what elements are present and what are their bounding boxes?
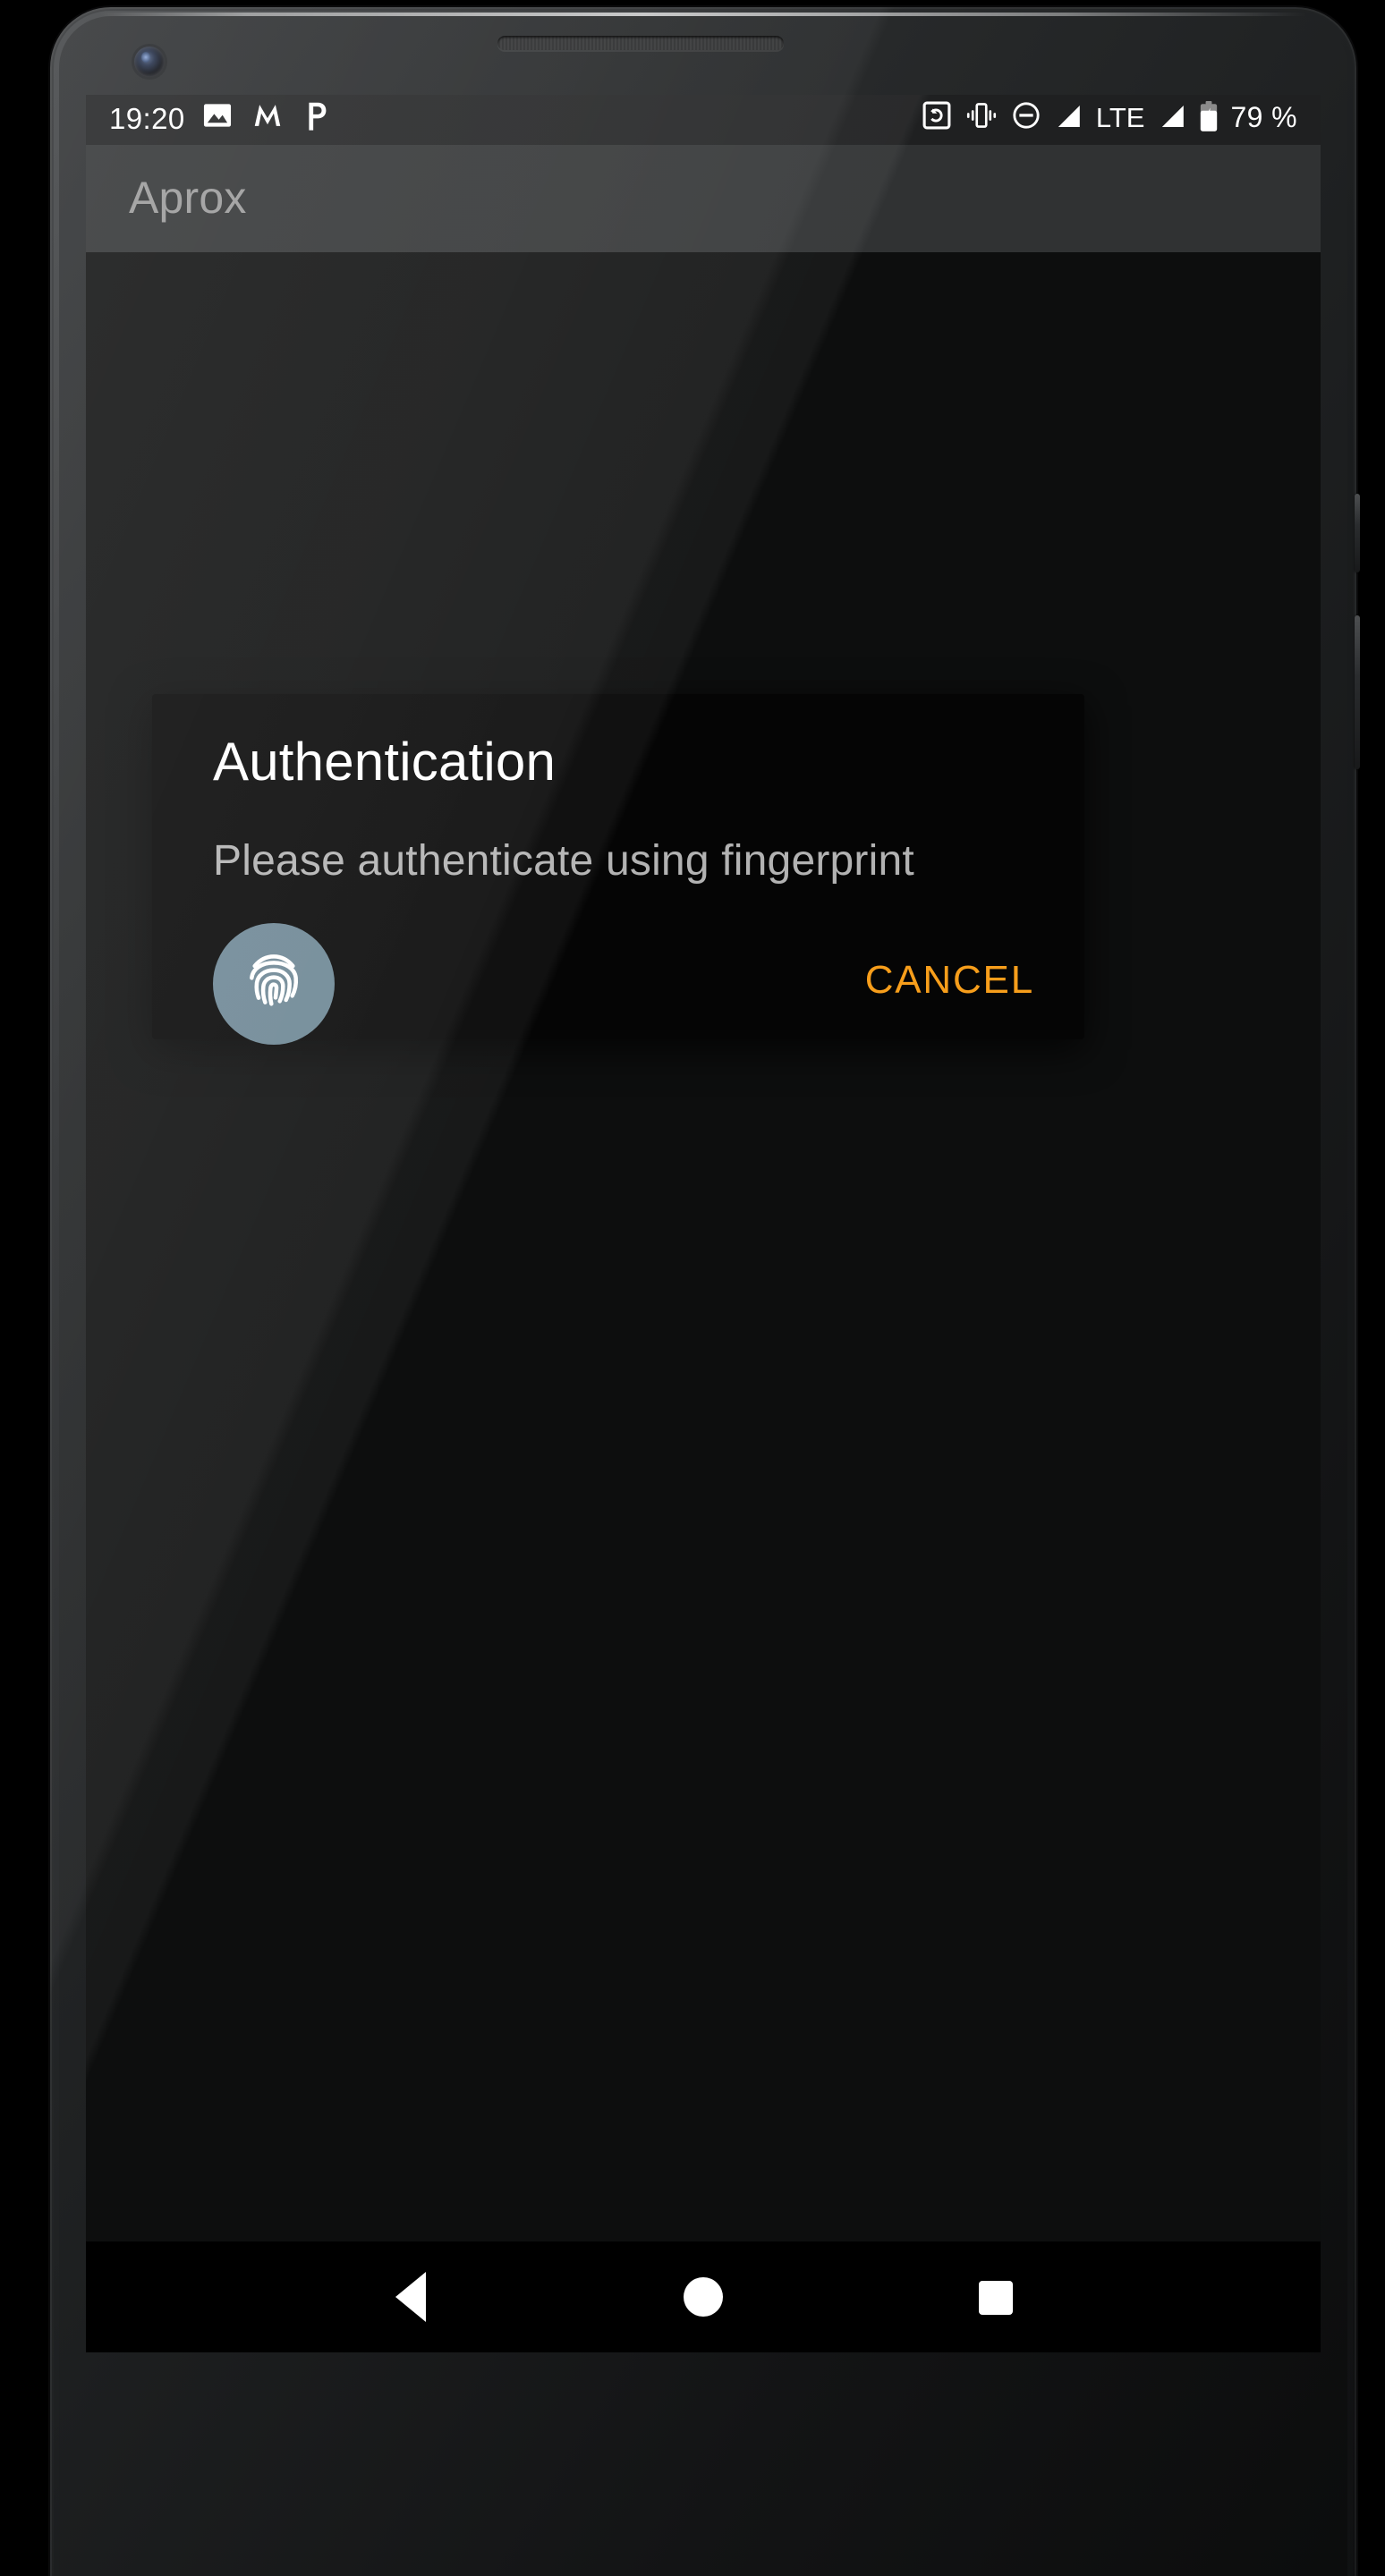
app-bar: Aprox bbox=[86, 145, 1321, 252]
home-circle-icon bbox=[683, 2277, 723, 2317]
photo-gallery-icon bbox=[201, 98, 235, 141]
fingerprint-icon bbox=[238, 944, 310, 1024]
app-title: Aprox bbox=[129, 173, 247, 223]
dialog-message: Please authenticate using fingerprint bbox=[213, 837, 914, 886]
phone-device-frame: 19:20 LTE 79 % Aprox Authentication Plea… bbox=[50, 7, 1360, 2576]
dialog-title: Authentication bbox=[213, 733, 557, 792]
nav-recents-button[interactable] bbox=[951, 2252, 1041, 2342]
dialog-action-row: CANCEL bbox=[844, 943, 1056, 1018]
signal-sim2-icon bbox=[1157, 101, 1185, 139]
bezel-top-highlight bbox=[100, 13, 1306, 16]
authentication-dialog: Authentication Please authenticate using… bbox=[152, 694, 1084, 1045]
status-bar-left-group: 19:20 bbox=[109, 98, 332, 141]
navigation-bar bbox=[86, 2241, 1321, 2352]
app-content-area: Authentication Please authenticate using… bbox=[86, 252, 1321, 2241]
fingerprint-badge[interactable] bbox=[213, 923, 335, 1045]
screenshot-stage: 19:20 LTE 79 % Aprox Authentication Plea… bbox=[0, 0, 1385, 2576]
volume-button[interactable] bbox=[1355, 615, 1360, 769]
monoprice-m-icon bbox=[251, 98, 285, 141]
power-button[interactable] bbox=[1355, 494, 1360, 572]
signal-sim1-icon bbox=[1055, 101, 1083, 139]
status-bar-clock: 19:20 bbox=[109, 103, 185, 135]
status-bar-right-group: LTE 79 % bbox=[922, 99, 1297, 140]
front-camera-icon bbox=[134, 47, 165, 77]
phone-screen: 19:20 LTE 79 % Aprox Authentication Plea… bbox=[86, 95, 1321, 2352]
vibrate-mode-icon bbox=[965, 100, 999, 140]
recents-square-icon bbox=[978, 2280, 1013, 2314]
network-type-label: LTE bbox=[1095, 104, 1145, 134]
cancel-button[interactable]: CANCEL bbox=[844, 943, 1056, 1018]
battery-charging-icon bbox=[1198, 99, 1218, 140]
status-bar: 19:20 LTE 79 % bbox=[86, 95, 1321, 145]
back-triangle-icon bbox=[395, 2272, 427, 2322]
do-not-disturb-icon bbox=[1012, 100, 1042, 140]
nav-home-button[interactable] bbox=[659, 2252, 748, 2342]
screen-rotation-lock-icon bbox=[922, 100, 953, 140]
earpiece-speaker-grille bbox=[497, 36, 784, 50]
battery-percent-label: 79 % bbox=[1230, 104, 1297, 134]
pinterest-p-icon bbox=[302, 98, 332, 141]
nav-back-button[interactable] bbox=[366, 2252, 455, 2342]
